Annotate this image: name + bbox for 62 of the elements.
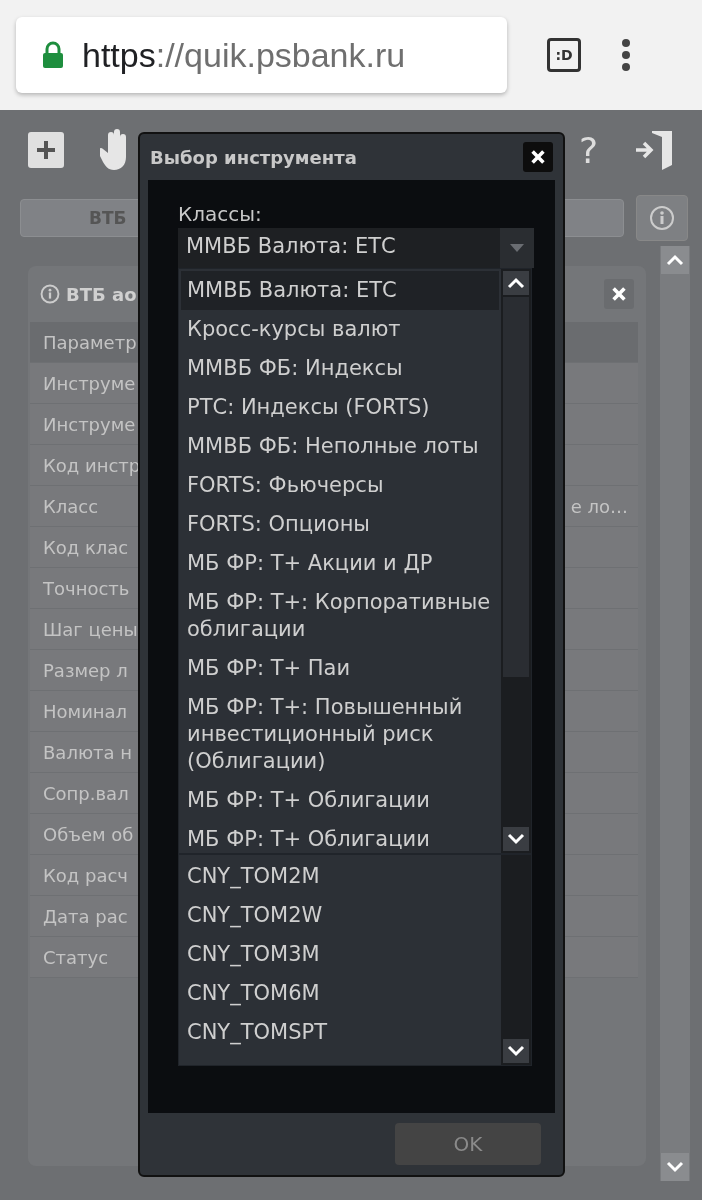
scroll-up-button[interactable] — [503, 271, 529, 295]
parameter-label: Инструме — [43, 372, 136, 394]
parameter-value: е ло… — [570, 495, 629, 517]
instrument-option[interactable]: CNY_TOM2W — [181, 896, 499, 935]
class-option[interactable]: МБ ФР: Т+: Повышенный инвестиционный риск (Облигации) — [181, 688, 499, 781]
class-option[interactable]: ММВБ ФБ: Неполные лоты — [181, 427, 499, 466]
close-button[interactable] — [523, 142, 553, 172]
chevron-up-icon — [666, 254, 684, 266]
close-icon — [610, 285, 628, 303]
class-option[interactable]: FORTS: Опционы — [181, 505, 499, 544]
menu-icon[interactable] — [621, 38, 631, 72]
info-icon — [40, 284, 60, 304]
chevron-down-icon — [666, 1161, 684, 1173]
exit-icon[interactable] — [634, 129, 674, 171]
panel-title: ВТБ ао — [66, 283, 137, 305]
parameter-label: Шаг цены — [43, 618, 138, 640]
class-option[interactable]: ММВБ Валюта: ЕТС — [181, 271, 499, 310]
class-option[interactable]: МБ ФР: Т+ Облигации — [181, 820, 499, 853]
parameter-label: Валюта н — [43, 741, 133, 763]
dialog-title: Выбор инструмента — [150, 146, 357, 168]
class-option[interactable]: МБ ФР: Т+: Корпоративные облигации — [181, 583, 499, 649]
scroll-down-button[interactable] — [503, 827, 529, 851]
parameter-label: Класс — [43, 495, 99, 517]
parameter-label: Сопр.вал — [43, 782, 129, 804]
instrument-option[interactable]: CNY_TOM2M — [181, 857, 499, 896]
parameter-label: Точность — [43, 577, 130, 599]
parameter-label: Код клас — [43, 536, 129, 558]
parameter-label: Инструме — [43, 413, 136, 435]
chevron-down-icon — [507, 1045, 525, 1057]
scroll-down-button[interactable] — [503, 1039, 529, 1063]
plus-icon — [35, 139, 57, 161]
class-option[interactable]: МБ ФР: Т+ Акции и ДР — [181, 544, 499, 583]
parameter-label: Объем об — [43, 823, 134, 845]
parameter-label: Размер л — [43, 659, 128, 681]
address-bar[interactable]: https://quik.psbank.ru — [16, 17, 507, 93]
caret-icon — [509, 243, 525, 253]
parameter-label: Номинал — [43, 700, 128, 722]
parameter-label: Код расч — [43, 864, 128, 886]
info-icon — [649, 205, 675, 231]
instrument-option[interactable]: CNY_TOM3M — [181, 935, 499, 974]
parameter-label: Дата рас — [43, 905, 128, 927]
instrument-option[interactable]: CNY_TOMSPT — [181, 1013, 499, 1052]
parameter-label: Параметр — [43, 331, 137, 353]
classes-label: Классы: — [178, 202, 263, 226]
class-option[interactable]: МБ ФР: Т+ Паи — [181, 649, 499, 688]
instrument-option[interactable]: CNY_TOM6M — [181, 974, 499, 1013]
class-option[interactable]: РТС: Индексы (FORTS) — [181, 388, 499, 427]
class-option[interactable]: МБ ФР: Т+ Облигации — [181, 781, 499, 820]
class-option[interactable]: ММВБ ФБ: Индексы — [181, 349, 499, 388]
class-option[interactable]: FORTS: Фьючерсы — [181, 466, 499, 505]
parameter-label: Статус — [43, 946, 109, 968]
chevron-up-icon — [507, 277, 525, 289]
close-icon — [529, 148, 547, 166]
chevron-down-icon — [507, 833, 525, 845]
help-button[interactable]: ? — [578, 129, 598, 171]
tabs-button[interactable]: :D — [547, 38, 581, 72]
lock-icon — [42, 41, 64, 69]
class-option[interactable]: Кросс-курсы валют — [181, 310, 499, 349]
url-text: https://quik.psbank.ru — [82, 35, 406, 75]
add-button[interactable] — [28, 132, 64, 168]
classes-dropdown[interactable]: ММВБ Валюта: ЕТС — [178, 228, 534, 268]
parameter-label: Код инстр — [43, 454, 141, 476]
